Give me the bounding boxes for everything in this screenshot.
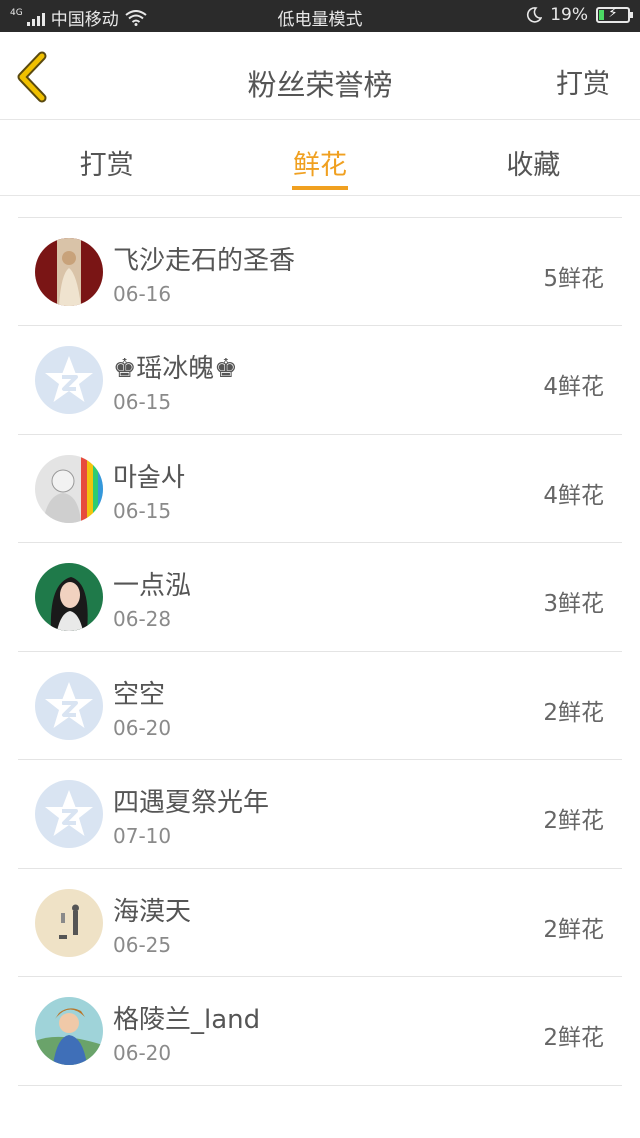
status-bar: 4G 中国移动 低电量模式 19% ⚡ [0,0,640,32]
tab-label: 打赏 [79,150,134,181]
fan-list-item[interactable]: 마술사 06-15 4鲜花 [18,435,622,543]
moon-icon [527,7,543,23]
fan-date: 06-28 [113,607,172,631]
flower-count: 2鲜花 [543,1025,604,1051]
battery-icon: ⚡ [596,6,633,23]
flower-count: 4鲜花 [543,482,604,509]
tab-reward[interactable]: 打赏 [0,121,213,195]
fan-list-item[interactable]: 格陵兰_land 06-20 2鲜花 [18,977,622,1086]
fan-list-item[interactable]: 牛罗流肠 06-16 5鲜花 [18,197,622,218]
fan-date: 07-10 [113,824,172,848]
avatar[interactable] [35,671,103,740]
reward-button[interactable]: 打赏 [556,62,610,101]
fan-name: 格陵兰_land [113,1005,261,1035]
fan-name: 四遇夏祭光年 [113,788,270,818]
avatar[interactable] [35,346,103,414]
avatar[interactable] [35,454,103,523]
charging-icon: ⚡ [608,6,618,21]
tab-label: 鲜花 [292,150,347,181]
flower-count: 4鲜花 [543,374,604,400]
flower-count: 5鲜花 [543,265,604,292]
avatar[interactable] [35,780,103,848]
flower-count: 3鲜花 [543,591,604,617]
fan-name: 마술사 [113,462,185,493]
flower-count: 2鲜花 [543,808,604,834]
fan-date: 06-20 [113,1041,172,1065]
tab-label: 收藏 [506,150,561,181]
fan-list-item[interactable]: ♚瑶冰魄♚ 06-15 4鲜花 [18,326,622,435]
avatar[interactable] [35,888,103,957]
avatar[interactable] [35,563,103,631]
active-tab-indicator [291,186,348,190]
fan-name: 海漠天 [113,896,192,927]
battery-percent: 19% [550,5,588,25]
fan-list-item[interactable]: 空空 06-20 2鲜花 [18,652,622,760]
fan-list-item[interactable]: 四遇夏祭光年 07-10 2鲜花 [18,760,622,869]
tab-bar: 打赏 鲜花 收藏 [0,121,640,196]
tab-flowers[interactable]: 鲜花 [213,121,426,195]
fan-name: 一点泓 [113,571,192,601]
fan-list-item[interactable]: 一点泓 06-28 3鲜花 [18,543,622,652]
page-title: 粉丝荣誉榜 [247,68,393,102]
fan-name: ♚瑶冰魄♚ [113,354,238,384]
fan-list[interactable]: 牛罗流肠 06-16 5鲜花 飞沙走石的圣香 06-16 5鲜花 ♚瑶冰魄♚ 0… [0,197,640,1138]
fan-list-item[interactable]: 飞沙走石的圣香 06-16 5鲜花 [18,218,622,326]
avatar[interactable] [35,237,103,306]
page-header: 粉丝荣誉榜 打赏 [0,32,640,120]
fan-name: 空空 [113,679,166,710]
tab-collect[interactable]: 收藏 [427,121,640,195]
fan-date: 06-15 [113,390,172,414]
fan-date: 06-16 [113,281,172,306]
fan-date: 06-15 [113,498,172,523]
flower-count: 2鲜花 [543,699,604,726]
fan-date: 06-20 [113,715,172,740]
fan-name: 飞沙走石的圣香 [113,245,296,276]
fan-list-item[interactable]: 海漠天 06-25 2鲜花 [18,869,622,977]
flower-count: 2鲜花 [543,916,604,943]
fan-date: 06-25 [113,932,172,957]
avatar[interactable] [35,997,103,1065]
